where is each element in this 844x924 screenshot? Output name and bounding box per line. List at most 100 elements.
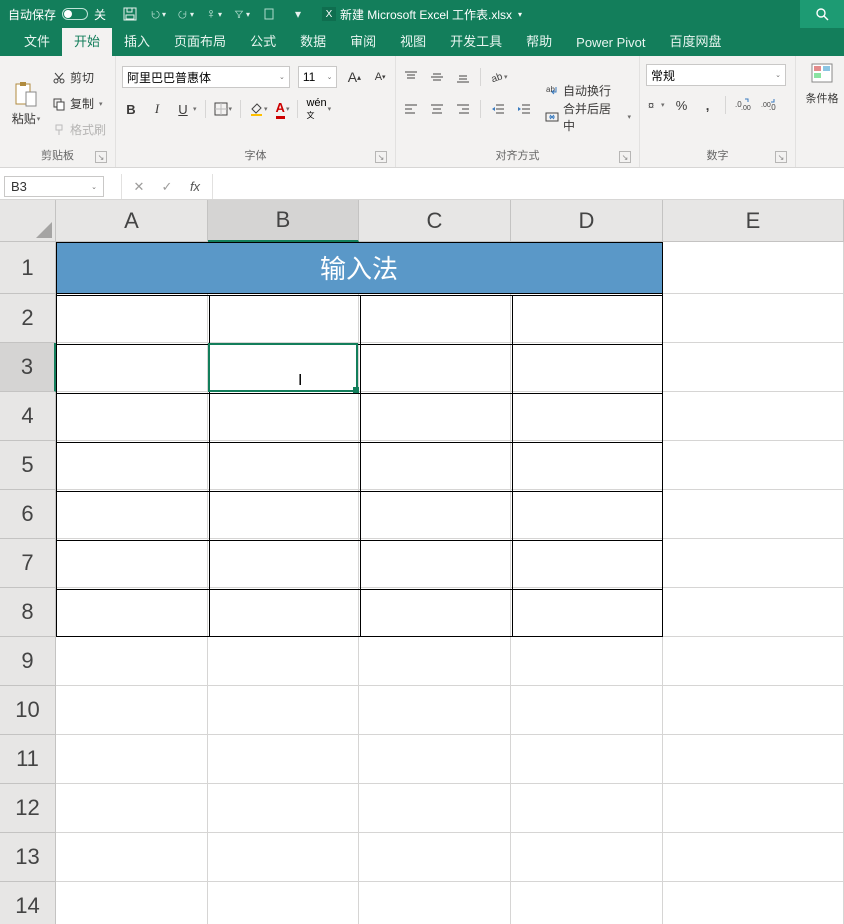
cell[interactable] (511, 392, 663, 441)
row-header[interactable]: 1 (0, 242, 56, 294)
align-right-icon[interactable] (454, 100, 472, 118)
cell[interactable] (511, 784, 663, 833)
cell[interactable] (56, 392, 208, 441)
row-header[interactable]: 9 (0, 637, 56, 686)
cell[interactable] (511, 588, 663, 637)
tab-review[interactable]: 审阅 (338, 25, 388, 56)
cell[interactable] (208, 588, 359, 637)
tab-file[interactable]: 文件 (12, 25, 62, 56)
formula-input[interactable] (213, 174, 844, 199)
save-icon[interactable] (122, 6, 138, 22)
phonetic-button[interactable]: wén文▾ (306, 97, 331, 121)
tab-baidu[interactable]: 百度网盘 (658, 25, 734, 56)
tab-developer[interactable]: 开发工具 (438, 25, 514, 56)
cut-button[interactable]: 剪切 (50, 67, 108, 89)
dialog-launcher-icon[interactable]: ↘ (375, 151, 387, 163)
cell[interactable] (359, 882, 511, 924)
cell[interactable] (663, 539, 844, 588)
underline-button[interactable]: U (174, 100, 192, 118)
cell[interactable] (359, 686, 511, 735)
row-header[interactable]: 3 (0, 343, 56, 392)
align-bottom-icon[interactable] (454, 68, 472, 86)
column-header[interactable]: A (56, 200, 208, 242)
cell[interactable] (56, 784, 208, 833)
cell[interactable] (56, 294, 208, 343)
tab-home[interactable]: 开始 (62, 25, 112, 56)
cell[interactable] (56, 833, 208, 882)
column-header[interactable]: E (663, 200, 844, 242)
spreadsheet-grid[interactable]: A B C D E 1234567891011121314 输入法 I (0, 200, 844, 924)
touch-icon[interactable]: ▾ (206, 6, 222, 22)
cell[interactable] (511, 294, 663, 343)
cell[interactable] (56, 588, 208, 637)
comma-button[interactable]: , (699, 96, 717, 114)
cell[interactable] (359, 784, 511, 833)
row-header[interactable]: 2 (0, 294, 56, 343)
cell[interactable] (208, 343, 359, 392)
cell[interactable] (511, 343, 663, 392)
row-header[interactable]: 13 (0, 833, 56, 882)
filter-icon[interactable]: ▾ (234, 6, 250, 22)
cell[interactable] (208, 882, 359, 924)
cell[interactable] (663, 637, 844, 686)
row-header[interactable]: 4 (0, 392, 56, 441)
cell[interactable] (511, 637, 663, 686)
undo-icon[interactable]: ▾ (150, 6, 166, 22)
cell[interactable] (359, 833, 511, 882)
cell[interactable] (56, 539, 208, 588)
cell[interactable] (208, 392, 359, 441)
increase-indent-icon[interactable] (515, 100, 533, 118)
cell[interactable] (511, 882, 663, 924)
increase-decimal-icon[interactable]: .0.00 (734, 96, 752, 114)
cell[interactable] (663, 784, 844, 833)
merged-cell[interactable]: 输入法 (56, 242, 663, 294)
decrease-indent-icon[interactable] (489, 100, 507, 118)
font-color-button[interactable]: A▾ (276, 99, 290, 119)
cell[interactable] (359, 343, 511, 392)
cell[interactable] (208, 539, 359, 588)
tab-pagelayout[interactable]: 页面布局 (162, 25, 238, 56)
fill-color-button[interactable]: ▾ (249, 102, 268, 116)
tab-view[interactable]: 视图 (388, 25, 438, 56)
dialog-launcher-icon[interactable]: ↘ (619, 151, 631, 163)
row-header[interactable]: 10 (0, 686, 56, 735)
align-center-icon[interactable] (428, 100, 446, 118)
cell[interactable] (663, 686, 844, 735)
cell[interactable] (56, 343, 208, 392)
format-painter-button[interactable]: 格式刷 (50, 119, 108, 141)
tab-data[interactable]: 数据 (288, 25, 338, 56)
decrease-font-icon[interactable]: A▾ (371, 68, 389, 86)
cell[interactable] (663, 441, 844, 490)
tab-formulas[interactable]: 公式 (238, 25, 288, 56)
cell[interactable] (208, 637, 359, 686)
enter-icon[interactable]: ✓ (160, 180, 174, 194)
cell[interactable] (359, 735, 511, 784)
cell[interactable] (663, 882, 844, 924)
paste-button[interactable]: 粘贴▾ (6, 60, 46, 147)
cell[interactable] (208, 833, 359, 882)
conditional-format-button[interactable]: 条件格 (802, 60, 842, 106)
cancel-icon[interactable]: ✕ (132, 180, 146, 194)
font-name-select[interactable]: 阿里巴巴普惠体⌄ (122, 66, 290, 88)
cell[interactable] (663, 343, 844, 392)
cell[interactable] (663, 490, 844, 539)
row-header[interactable]: 8 (0, 588, 56, 637)
cell[interactable] (56, 490, 208, 539)
copy-button[interactable]: 复制▾ (50, 93, 108, 115)
bold-button[interactable]: B (122, 100, 140, 118)
select-all-corner[interactable] (0, 200, 56, 242)
redo-icon[interactable]: ▾ (178, 6, 194, 22)
dialog-launcher-icon[interactable]: ↘ (775, 151, 787, 163)
cell[interactable] (359, 441, 511, 490)
cell[interactable] (359, 392, 511, 441)
orientation-button[interactable]: ab▾ (489, 70, 508, 84)
row-header[interactable]: 6 (0, 490, 56, 539)
tab-powerpivot[interactable]: Power Pivot (564, 29, 657, 56)
tab-insert[interactable]: 插入 (112, 25, 162, 56)
align-top-icon[interactable] (402, 68, 420, 86)
cell[interactable] (663, 294, 844, 343)
cell[interactable] (208, 784, 359, 833)
increase-font-icon[interactable]: A▴ (345, 68, 363, 86)
dialog-launcher-icon[interactable]: ↘ (95, 151, 107, 163)
wrap-text-button[interactable]: ab自动换行 (543, 80, 633, 102)
